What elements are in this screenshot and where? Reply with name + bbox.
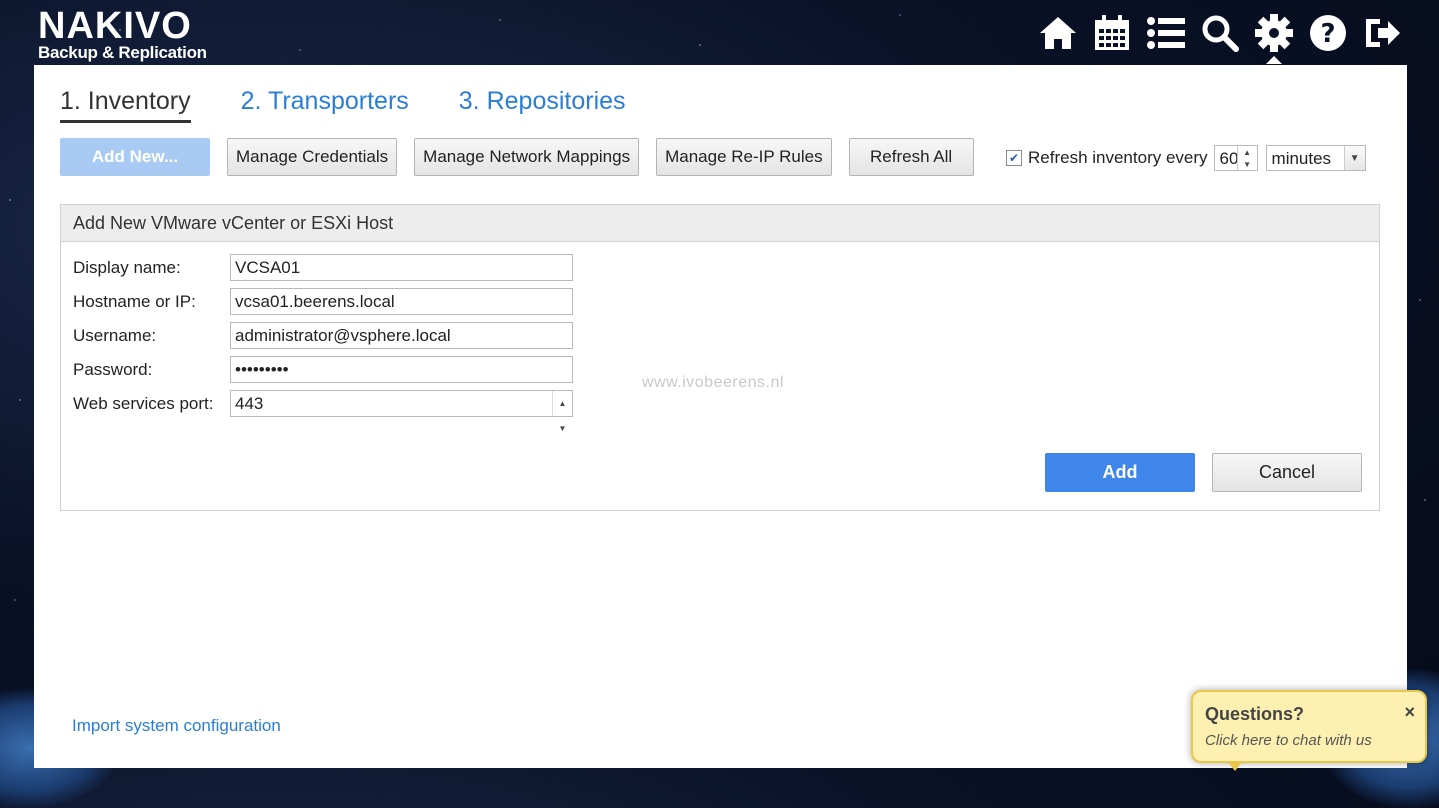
refresh-settings: ✔ Refresh inventory every 60 ▲ ▼ minutes… [1006, 145, 1366, 171]
close-icon[interactable]: × [1404, 702, 1415, 723]
help-icon[interactable]: ? [1307, 10, 1349, 56]
password-input[interactable]: ••••••••• [230, 356, 573, 383]
port-value: 443 [235, 394, 264, 413]
refresh-unit-value: minutes [1271, 149, 1332, 168]
active-indicator [1266, 56, 1282, 64]
username-input[interactable]: administrator@vsphere.local [230, 322, 573, 349]
form-row-password: Password: ••••••••• [73, 356, 573, 383]
list-icon[interactable] [1145, 10, 1187, 56]
form-title: Add New VMware vCenter or ESXi Host [61, 205, 1379, 242]
refresh-checkbox[interactable]: ✔ [1006, 150, 1022, 166]
hostname-label: Hostname or IP: [73, 291, 196, 311]
refresh-label: Refresh inventory every [1028, 148, 1208, 167]
search-icon[interactable] [1199, 10, 1241, 56]
home-icon[interactable] [1037, 10, 1079, 56]
form-row-username: Username: administrator@vsphere.local [73, 322, 573, 349]
svg-text:?: ? [1320, 19, 1335, 49]
stepper-up-icon[interactable]: ▲ [1238, 146, 1257, 158]
calendar-icon[interactable] [1091, 10, 1133, 56]
watermark-text: www.ivobeerens.nl [642, 374, 784, 391]
display-name-input[interactable]: VCSA01 [230, 254, 573, 281]
chat-title: Questions? [1205, 704, 1305, 724]
password-label: Password: [73, 359, 153, 379]
chat-subtitle: Click here to chat with us [1205, 732, 1372, 749]
manage-reip-rules-button[interactable]: Manage Re-IP Rules [656, 138, 832, 176]
refresh-unit-select[interactable]: minutes ▼ [1265, 145, 1366, 171]
hostname-input[interactable]: vcsa01.beerens.local [230, 288, 573, 315]
stepper-down-icon[interactable]: ▼ [1238, 158, 1257, 170]
logo-product: Backup & Replication [38, 43, 207, 62]
tab-inventory[interactable]: 1. Inventory [60, 87, 191, 123]
add-new-button[interactable]: Add New... [60, 138, 210, 176]
refresh-all-button[interactable]: Refresh All [848, 138, 974, 176]
tab-repositories[interactable]: 3. Repositories [459, 87, 626, 123]
add-host-form: Add New VMware vCenter or ESXi Host Disp… [60, 204, 1380, 511]
form-row-display-name: Display name: VCSA01 [73, 254, 573, 281]
top-nav-icons: ? [1037, 10, 1403, 64]
refresh-interval-stepper[interactable]: 60 ▲ ▼ [1213, 145, 1258, 171]
cancel-button[interactable]: Cancel [1212, 453, 1362, 492]
form-row-hostname: Hostname or IP: vcsa01.beerens.local [73, 288, 573, 315]
main-panel: 1. Inventory 2. Transporters 3. Reposito… [34, 65, 1407, 768]
display-name-label: Display name: [73, 257, 181, 277]
app-logo[interactable]: NAKIVO Backup & Replication [38, 5, 207, 62]
tab-transporters[interactable]: 2. Transporters [241, 87, 409, 123]
manage-network-mappings-button[interactable]: Manage Network Mappings [414, 138, 640, 176]
port-label: Web services port: [73, 393, 214, 413]
logout-icon[interactable] [1361, 10, 1403, 56]
manage-credentials-button[interactable]: Manage Credentials [227, 138, 398, 176]
port-down-icon[interactable]: ▼ [553, 416, 572, 441]
chat-tail [1227, 761, 1243, 771]
chevron-down-icon[interactable]: ▼ [1343, 146, 1365, 170]
wizard-tabs: 1. Inventory 2. Transporters 3. Reposito… [60, 87, 626, 123]
port-stepper[interactable]: 443 ▲ ▼ [230, 390, 573, 433]
port-up-icon[interactable]: ▲ [553, 391, 572, 416]
chat-widget[interactable]: Questions? × Click here to chat with us [1191, 690, 1427, 771]
inventory-toolbar: Add New... Manage Credentials Manage Net… [60, 138, 974, 176]
add-button[interactable]: Add [1045, 453, 1195, 492]
gear-icon[interactable] [1253, 10, 1295, 64]
import-config-link[interactable]: Import system configuration [72, 716, 281, 736]
form-row-port: Web services port: 443 ▲ ▼ [73, 390, 573, 433]
logo-brand: NAKIVO [38, 5, 192, 47]
username-label: Username: [73, 325, 157, 345]
